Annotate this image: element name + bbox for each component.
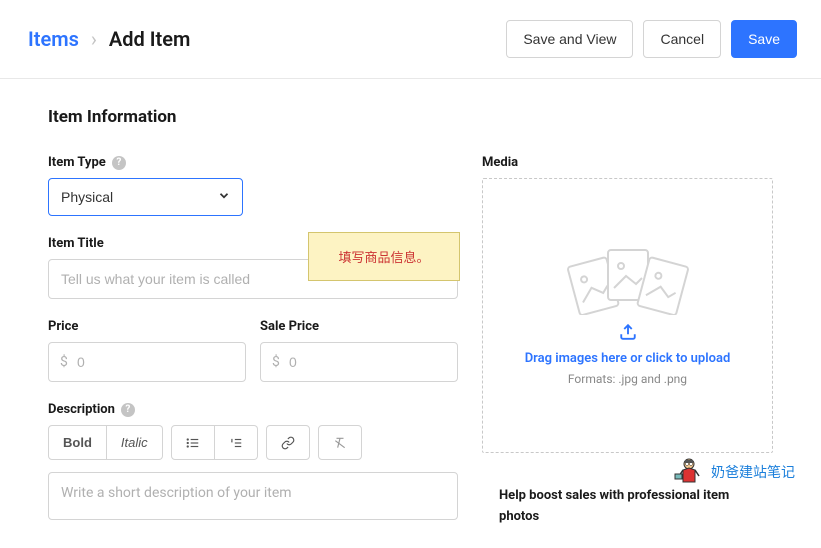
price-label: Price	[48, 319, 78, 334]
help-icon[interactable]: ?	[112, 156, 126, 170]
price-field: Price $	[48, 319, 246, 382]
bullet-list-icon	[186, 436, 200, 450]
bold-button[interactable]: Bold	[48, 425, 107, 460]
media-label: Media	[482, 155, 518, 170]
currency-symbol: $	[272, 354, 280, 370]
breadcrumb-items-link[interactable]: Items	[28, 27, 79, 51]
item-type-select[interactable]: Physical	[48, 178, 243, 216]
sale-price-field: Sale Price $	[260, 319, 458, 382]
media-formats-text: Formats: .jpg and .png	[568, 372, 687, 386]
cancel-button[interactable]: Cancel	[643, 20, 721, 58]
breadcrumb-separator: ›	[91, 27, 97, 51]
media-drop-text: Drag images here or click to upload	[525, 351, 731, 366]
link-icon	[281, 436, 295, 450]
media-dropzone[interactable]: Drag images here or click to upload Form…	[482, 178, 773, 453]
breadcrumb: Items › Add Item	[28, 27, 190, 51]
currency-symbol: $	[60, 354, 68, 370]
item-type-label: Item Type	[48, 155, 106, 170]
watermark: 奶爸建站笔记	[673, 456, 795, 488]
save-and-view-button[interactable]: Save and View	[506, 20, 633, 58]
italic-button[interactable]: Italic	[107, 425, 163, 460]
description-label: Description	[48, 402, 115, 417]
watermark-icon	[673, 456, 705, 488]
sale-price-input[interactable]	[260, 342, 458, 382]
header-actions: Save and View Cancel Save	[506, 20, 797, 58]
link-button[interactable]	[266, 425, 310, 460]
item-type-field: Item Type ? Physical	[48, 155, 458, 216]
breadcrumb-current: Add Item	[109, 27, 190, 51]
section-title: Item Information	[48, 107, 773, 127]
numbered-list-button[interactable]	[215, 425, 258, 460]
sale-price-label: Sale Price	[260, 319, 319, 334]
bullet-list-button[interactable]	[171, 425, 215, 460]
clear-format-button[interactable]	[318, 425, 362, 460]
description-field: Description ? Bold Italic	[48, 402, 458, 524]
item-title-field: 填写商品信息。 Item Title	[48, 236, 458, 299]
save-button[interactable]: Save	[731, 20, 797, 58]
price-input[interactable]	[48, 342, 246, 382]
photos-placeholder-icon	[563, 245, 693, 315]
upload-icon	[619, 323, 637, 341]
description-textarea[interactable]	[48, 472, 458, 520]
clear-format-icon	[333, 436, 347, 450]
item-title-label: Item Title	[48, 236, 104, 251]
page-header: Items › Add Item Save and View Cancel Sa…	[0, 0, 821, 79]
annotation-note: 填写商品信息。	[308, 232, 460, 281]
editor-toolbar: Bold Italic	[48, 425, 458, 460]
numbered-list-icon	[229, 436, 243, 450]
help-icon[interactable]: ?	[121, 403, 135, 417]
watermark-text: 奶爸建站笔记	[711, 462, 795, 482]
